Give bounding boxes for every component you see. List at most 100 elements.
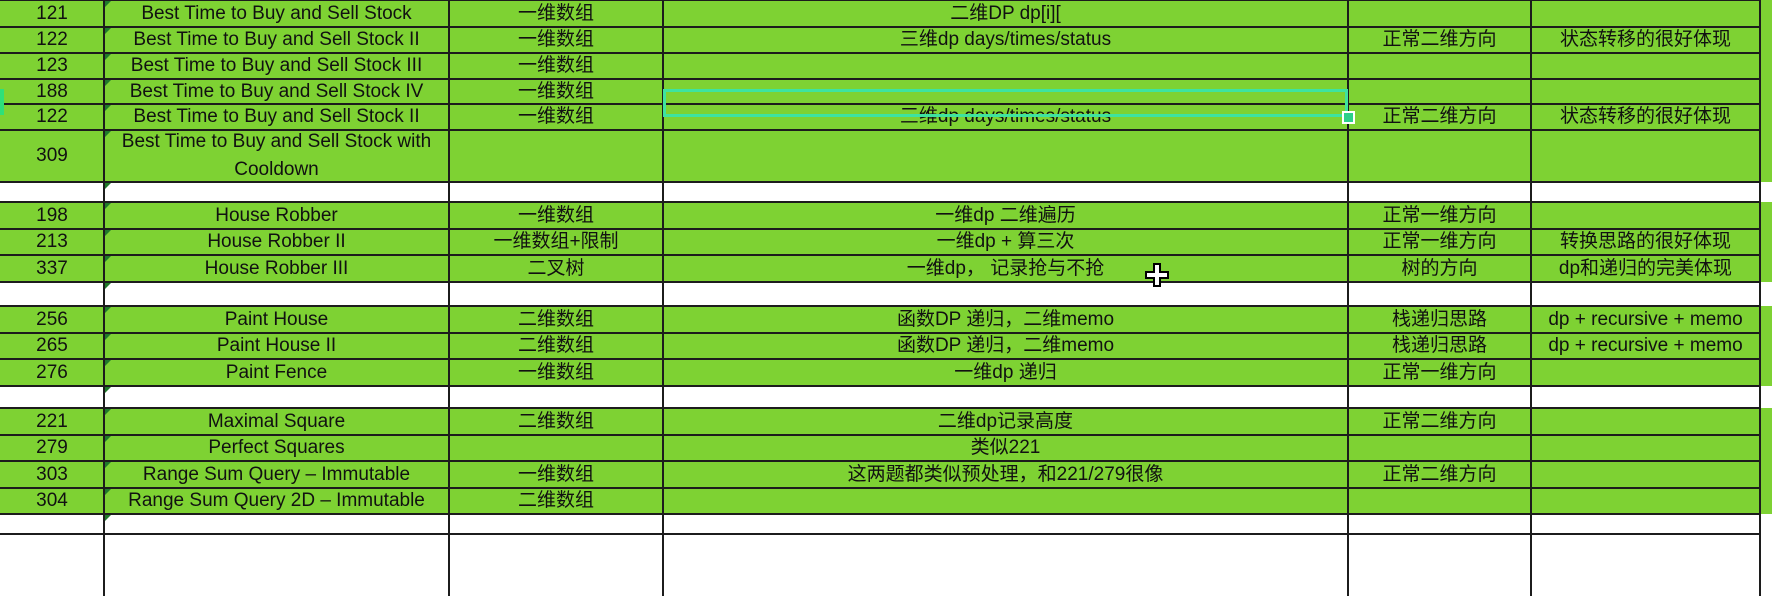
overflow-column-cell[interactable] bbox=[1760, 53, 1772, 79]
comment-cell[interactable] bbox=[1531, 53, 1760, 79]
direction-cell[interactable]: 树的方向 bbox=[1348, 255, 1531, 282]
direction-cell[interactable]: 正常二维方向 bbox=[1348, 461, 1531, 488]
overflow-column-cell[interactable] bbox=[1760, 130, 1772, 182]
table-row[interactable]: 265 Paint House II 二维数组 函数DP 递归，二维memo 栈递归思路… bbox=[0, 333, 1772, 359]
direction-cell[interactable] bbox=[1348, 514, 1531, 534]
problem-number-cell[interactable]: 337 bbox=[0, 255, 104, 282]
input-type-cell[interactable]: 一维数组+限制 bbox=[449, 229, 663, 255]
overflow-column-cell[interactable] bbox=[1760, 282, 1772, 306]
overflow-column-cell[interactable] bbox=[1760, 79, 1772, 104]
dp-approach-cell[interactable] bbox=[663, 53, 1348, 79]
overflow-column-cell[interactable] bbox=[1760, 202, 1772, 229]
direction-cell[interactable]: 正常二维方向 bbox=[1348, 408, 1531, 435]
input-type-cell[interactable]: 一维数组 bbox=[449, 461, 663, 488]
overflow-column-cell[interactable] bbox=[1760, 386, 1772, 408]
table-row[interactable]: 309 Best Time to Buy and Sell Stock with … bbox=[0, 130, 1772, 182]
overflow-column-cell[interactable] bbox=[1760, 514, 1772, 534]
comment-cell[interactable] bbox=[1531, 488, 1760, 514]
direction-cell[interactable]: 正常一维方向 bbox=[1348, 359, 1531, 386]
problem-title-cell[interactable]: House Robber III bbox=[104, 255, 449, 282]
comment-cell[interactable]: 状态转移的很好体现 bbox=[1531, 27, 1760, 53]
comment-cell[interactable]: dp和递归的完美体现 bbox=[1531, 255, 1760, 282]
input-type-cell[interactable]: 一维数组 bbox=[449, 27, 663, 53]
overflow-column-cell[interactable] bbox=[1760, 488, 1772, 514]
dp-approach-cell[interactable] bbox=[663, 282, 1348, 306]
blank-row[interactable] bbox=[0, 514, 1772, 534]
problem-title-cell[interactable] bbox=[104, 514, 449, 534]
overflow-column-cell[interactable] bbox=[1760, 359, 1772, 386]
problem-title-cell[interactable]: Paint House II bbox=[104, 333, 449, 359]
dp-approach-cell[interactable]: 这两题都类似预处理，和221/279很像 bbox=[663, 461, 1348, 488]
comment-cell[interactable] bbox=[1531, 0, 1760, 27]
problem-title-cell[interactable] bbox=[104, 282, 449, 306]
problem-title-cell[interactable] bbox=[104, 182, 449, 202]
dp-approach-cell[interactable]: 类似221 bbox=[663, 435, 1348, 461]
input-type-cell[interactable]: 一维数组 bbox=[449, 79, 663, 104]
problem-title-cell[interactable]: House Robber bbox=[104, 202, 449, 229]
dp-approach-cell[interactable] bbox=[663, 488, 1348, 514]
problem-number-cell[interactable]: 188 bbox=[0, 79, 104, 104]
input-type-cell[interactable]: 二维数组 bbox=[449, 333, 663, 359]
problem-number-cell[interactable]: 276 bbox=[0, 359, 104, 386]
overflow-column-cell[interactable] bbox=[1760, 104, 1772, 130]
table-row[interactable]: 213 House Robber II 一维数组+限制 一维dp + 算三次 正常一维方… bbox=[0, 229, 1772, 255]
comment-cell[interactable]: dp + recursive + memo bbox=[1531, 333, 1760, 359]
problem-title-cell[interactable]: Best Time to Buy and Sell Stock IV bbox=[104, 79, 449, 104]
table-row[interactable]: 122 Best Time to Buy and Sell Stock II 一维数… bbox=[0, 27, 1772, 53]
problem-title-cell[interactable]: Maximal Square bbox=[104, 408, 449, 435]
table-row[interactable]: 276 Paint Fence 一维数组 一维dp 递归 正常一维方向 bbox=[0, 359, 1772, 386]
direction-cell[interactable] bbox=[1348, 79, 1531, 104]
dp-approach-cell[interactable] bbox=[663, 514, 1348, 534]
selected-cell-outline[interactable] bbox=[663, 89, 1348, 117]
direction-cell[interactable]: 栈递归思路 bbox=[1348, 333, 1531, 359]
problem-title-cell[interactable]: Paint Fence bbox=[104, 359, 449, 386]
direction-cell[interactable] bbox=[1348, 53, 1531, 79]
overflow-column-cell[interactable] bbox=[1760, 27, 1772, 53]
problem-title-cell[interactable]: Best Time to Buy and Sell Stock II bbox=[104, 27, 449, 53]
comment-cell[interactable] bbox=[1531, 202, 1760, 229]
problem-number-cell[interactable]: 256 bbox=[0, 306, 104, 333]
fill-handle-icon[interactable] bbox=[1342, 111, 1355, 124]
table-row[interactable]: 121 Best Time to Buy and Sell Stock 一维数组 二维… bbox=[0, 0, 1772, 27]
table-row[interactable]: 256 Paint House 二维数组 函数DP 递归，二维memo 栈递归思路 dp … bbox=[0, 306, 1772, 333]
problem-number-cell[interactable]: 123 bbox=[0, 53, 104, 79]
comment-cell[interactable] bbox=[1531, 386, 1760, 408]
problem-number-cell[interactable]: 122 bbox=[0, 104, 104, 130]
comment-cell[interactable] bbox=[1531, 282, 1760, 306]
dp-approach-cell[interactable] bbox=[663, 130, 1348, 182]
direction-cell[interactable] bbox=[1348, 0, 1531, 27]
problem-title-cell[interactable]: Perfect Squares bbox=[104, 435, 449, 461]
input-type-cell[interactable] bbox=[449, 435, 663, 461]
problem-title-cell[interactable]: Paint House bbox=[104, 306, 449, 333]
problem-number-cell[interactable] bbox=[0, 282, 104, 306]
table-row[interactable]: 304 Range Sum Query 2D – Immutable 二维数组 bbox=[0, 488, 1772, 514]
comment-cell[interactable]: 状态转移的很好体现 bbox=[1531, 104, 1760, 130]
problem-number-cell[interactable]: 122 bbox=[0, 27, 104, 53]
blank-row[interactable] bbox=[0, 182, 1772, 202]
dp-approach-cell[interactable]: 函数DP 递归，二维memo bbox=[663, 333, 1348, 359]
dp-approach-cell[interactable]: 二维DP dp[i][ bbox=[663, 0, 1348, 27]
direction-cell[interactable] bbox=[1348, 282, 1531, 306]
overflow-column-cell[interactable] bbox=[1760, 435, 1772, 461]
problem-title-cell[interactable]: Range Sum Query – Immutable bbox=[104, 461, 449, 488]
comment-cell[interactable] bbox=[1531, 359, 1760, 386]
overflow-column-cell[interactable] bbox=[1760, 229, 1772, 255]
input-type-cell[interactable] bbox=[449, 182, 663, 202]
problem-title-cell[interactable] bbox=[104, 386, 449, 408]
blank-row[interactable] bbox=[0, 282, 1772, 306]
problem-title-cell[interactable]: Range Sum Query 2D – Immutable bbox=[104, 488, 449, 514]
direction-cell[interactable]: 正常二维方向 bbox=[1348, 104, 1531, 130]
table-row[interactable]: 279 Perfect Squares 类似221 bbox=[0, 435, 1772, 461]
comment-cell[interactable] bbox=[1531, 461, 1760, 488]
table-row[interactable]: 123 Best Time to Buy and Sell Stock III 一维… bbox=[0, 53, 1772, 79]
problem-number-cell[interactable] bbox=[0, 386, 104, 408]
problem-number-cell[interactable]: 213 bbox=[0, 229, 104, 255]
overflow-column-cell[interactable] bbox=[1760, 333, 1772, 359]
dp-approach-cell[interactable]: 一维dp 递归 bbox=[663, 359, 1348, 386]
overflow-column-cell[interactable] bbox=[1760, 461, 1772, 488]
overflow-column-cell[interactable] bbox=[1760, 0, 1772, 27]
problem-number-cell[interactable]: 265 bbox=[0, 333, 104, 359]
input-type-cell[interactable]: 一维数组 bbox=[449, 104, 663, 130]
problem-title-cell[interactable]: Best Time to Buy and Sell Stock II bbox=[104, 104, 449, 130]
input-type-cell[interactable]: 一维数组 bbox=[449, 53, 663, 79]
